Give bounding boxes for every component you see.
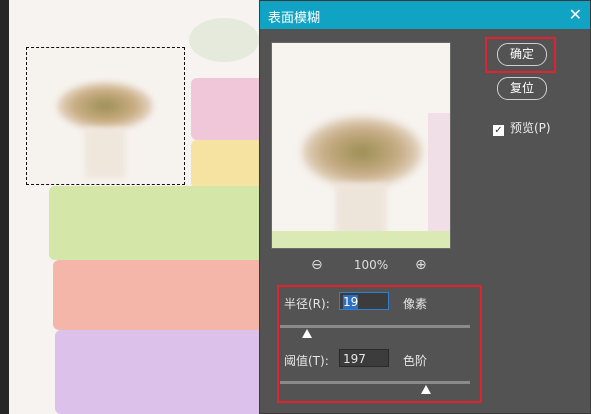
blurred-pot (85, 128, 125, 178)
preview-checkbox-row[interactable]: ✓ 预览(P) (493, 119, 551, 136)
radius-unit: 像素 (403, 297, 428, 311)
surface-blur-dialog: 表面模糊 ✕ ⊖ 100% ⊕ 确定 复位 ✓ 预览(P) 半径(R): 19 像… (259, 0, 591, 414)
selection-marquee[interactable] (26, 47, 185, 185)
dialog-titlebar[interactable]: 表面模糊 ✕ (260, 1, 590, 29)
dialog-title: 表面模糊 (268, 11, 321, 26)
preview-checkbox[interactable]: ✓ (493, 125, 504, 136)
pink-towel (53, 260, 267, 330)
threshold-slider-thumb[interactable] (421, 385, 432, 394)
zoom-level: 100% (353, 258, 389, 272)
preview-side-towel (428, 113, 450, 231)
ok-highlight-box (485, 37, 556, 73)
yellow-towel (191, 140, 267, 188)
radius-value: 19 (343, 295, 359, 309)
zoom-in-icon[interactable]: ⊕ (415, 257, 427, 273)
pink-towel-top (191, 78, 267, 140)
close-icon[interactable]: ✕ (569, 5, 582, 24)
threshold-slider[interactable] (280, 381, 470, 384)
purple-towel (55, 330, 267, 414)
radius-label: 半径(R): (284, 297, 330, 311)
green-towel (49, 186, 267, 260)
reset-button[interactable]: 复位 (497, 77, 547, 100)
preview-blurred-flower (302, 117, 422, 187)
zoom-controls: ⊖ 100% ⊕ (271, 257, 449, 275)
preview-label: 预览(P) (510, 121, 551, 135)
threshold-unit: 色阶 (403, 354, 428, 368)
preview-pane[interactable] (271, 42, 451, 249)
leaf-shape (189, 18, 259, 62)
threshold-label: 阈值(T): (284, 354, 329, 368)
radius-input[interactable]: 19 (339, 292, 389, 310)
preview-green-towel (272, 231, 450, 248)
blurred-flower (57, 82, 153, 130)
radius-slider-thumb[interactable] (301, 329, 312, 338)
threshold-input[interactable]: 197 (339, 349, 389, 367)
zoom-out-icon[interactable]: ⊖ (311, 257, 323, 273)
radius-slider[interactable] (280, 325, 470, 328)
